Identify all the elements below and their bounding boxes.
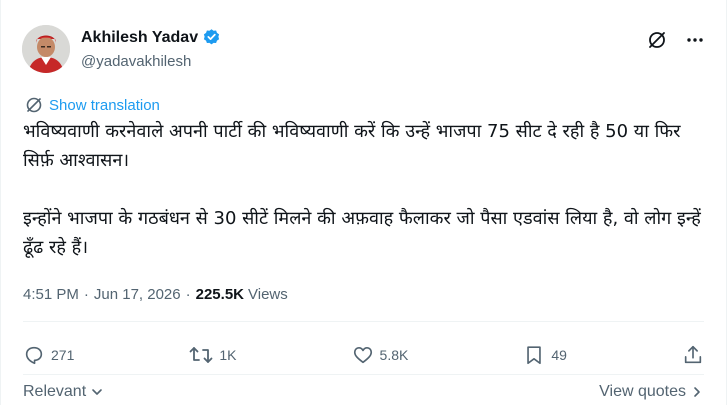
- sort-dropdown[interactable]: Relevant: [23, 383, 104, 401]
- share-button[interactable]: [682, 344, 704, 366]
- bookmark-icon: [527, 346, 542, 365]
- show-translation-label[interactable]: Show translation: [49, 97, 160, 114]
- like-button[interactable]: 5.8K: [352, 344, 409, 366]
- chevron-down-icon: [92, 389, 102, 395]
- views-label: Views: [248, 286, 288, 303]
- tweet-paragraph-2: इन्होंने भाजपा के गठबंधन से 30 सीटें मिल…: [23, 208, 701, 258]
- repost-count: 1K: [219, 347, 237, 363]
- sort-label[interactable]: Relevant: [23, 383, 86, 401]
- author-handle[interactable]: @yadavakhilesh: [81, 53, 191, 70]
- avatar[interactable]: [22, 25, 70, 73]
- repost-button[interactable]: 1K: [189, 344, 237, 366]
- action-bar: 271 1K 5.8K 49: [23, 344, 704, 366]
- chevron-right-icon: [694, 387, 700, 397]
- grok-icon[interactable]: [647, 30, 667, 50]
- like-count: 5.8K: [379, 347, 409, 363]
- tweet-time[interactable]: 4:51 PM: [23, 286, 79, 303]
- meta-separator: ·: [83, 286, 89, 303]
- verified-badge-icon: [202, 28, 221, 47]
- tweet-text: भविष्यवाणी करनेवाले अपनी पार्टी की भविष्…: [23, 117, 703, 262]
- tweet-meta: 4:51 PM · Jun 17, 2026 · 225.5K Views: [23, 286, 288, 303]
- bookmark-count: 49: [551, 347, 567, 363]
- meta-separator-2: ·: [185, 286, 191, 303]
- share-icon: [684, 345, 702, 364]
- repost-icon: [189, 347, 213, 363]
- author-name[interactable]: Akhilesh Yadav: [81, 29, 198, 47]
- reply-count: 271: [51, 347, 75, 363]
- author-name-row[interactable]: Akhilesh Yadav: [81, 28, 221, 47]
- view-quotes-link[interactable]: View quotes: [599, 383, 704, 401]
- avatar-image: [22, 25, 70, 73]
- left-border: [0, 0, 1, 405]
- divider-bottom: [23, 374, 704, 375]
- show-translation-link[interactable]: Show translation: [25, 96, 160, 114]
- view-quotes-label[interactable]: View quotes: [599, 383, 686, 401]
- more-options-icon[interactable]: [685, 30, 705, 50]
- tweet-top-actions: [647, 30, 705, 50]
- bookmark-button[interactable]: 49: [523, 344, 567, 366]
- tweet-paragraph-1: भविष्यवाणी करनेवाले अपनी पार्टी की भविष्…: [23, 121, 681, 171]
- reply-button[interactable]: 271: [23, 344, 74, 366]
- reply-icon: [25, 346, 43, 365]
- tweet-date[interactable]: Jun 17, 2026: [94, 286, 181, 303]
- translate-icon: [26, 97, 42, 113]
- reply-controls: Relevant View quotes: [23, 383, 704, 401]
- views-count: 225.5K: [195, 286, 244, 303]
- divider-top: [23, 321, 704, 322]
- heart-icon: [353, 347, 372, 364]
